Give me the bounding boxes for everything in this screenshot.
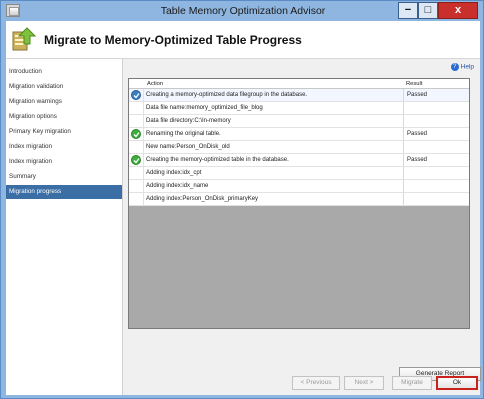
- grid-header: Action Result: [129, 79, 469, 89]
- row-action: Data file directory:C:\In-memory: [143, 115, 403, 127]
- sidebar-item-primary-key-migration[interactable]: Primary Key migration: [6, 125, 122, 139]
- row-result: [403, 167, 469, 179]
- grid-row[interactable]: Data file name:memory_optimized_file_blo…: [129, 102, 469, 115]
- row-action: Creating a memory-optimized data filegro…: [143, 89, 403, 101]
- sidebar-item-index-migration-1[interactable]: Index migration: [6, 140, 122, 154]
- table-migrate-icon: [12, 27, 37, 51]
- row-action: Adding index:idx_cpt: [143, 167, 403, 179]
- main-content: ? Help Action Result Creating a memory-op…: [122, 59, 481, 395]
- column-header-action[interactable]: Action: [147, 79, 163, 89]
- help-label: Help: [460, 63, 474, 71]
- row-result: [403, 193, 469, 205]
- next-button[interactable]: Next >: [344, 376, 384, 390]
- check-icon: [131, 90, 141, 100]
- grid-row[interactable]: Adding index:idx_name: [129, 180, 469, 193]
- sidebar-item-migration-validation[interactable]: Migration validation: [6, 80, 122, 94]
- grid-row[interactable]: Creating a memory-optimized data filegro…: [129, 89, 469, 102]
- sidebar-item-migration-warnings[interactable]: Migration warnings: [6, 95, 122, 109]
- help-link[interactable]: ? Help: [450, 63, 474, 71]
- grid-row[interactable]: Adding index:idx_cpt: [129, 167, 469, 180]
- row-result: Passed: [403, 89, 469, 101]
- check-icon: [131, 155, 141, 165]
- row-result: [403, 141, 469, 153]
- grid-row[interactable]: Data file directory:C:\In-memory: [129, 115, 469, 128]
- progress-grid[interactable]: Action Result Creating a memory-optimize…: [128, 78, 470, 329]
- grid-row[interactable]: Creating the memory-optimized table in t…: [129, 154, 469, 167]
- row-result: [403, 102, 469, 114]
- maximize-button[interactable]: □: [418, 2, 438, 19]
- row-action: Adding index:idx_name: [143, 180, 403, 192]
- row-action: Data file name:memory_optimized_file_blo…: [143, 102, 403, 114]
- row-action: New name:Person_OnDisk_old: [143, 141, 403, 153]
- ok-button[interactable]: Ok: [436, 376, 478, 390]
- sidebar-nav: Introduction Migration validation Migrat…: [6, 59, 122, 395]
- row-action: Creating the memory-optimized table in t…: [143, 154, 403, 166]
- row-result: Passed: [403, 154, 469, 166]
- column-header-result[interactable]: Result: [406, 79, 422, 89]
- grid-row[interactable]: Renaming the original table. Passed: [129, 128, 469, 141]
- close-button[interactable]: x: [438, 2, 478, 19]
- sidebar-item-summary[interactable]: Summary: [6, 170, 122, 184]
- previous-button[interactable]: < Previous: [292, 376, 340, 390]
- title-bar[interactable]: Table Memory Optimization Advisor − □ x: [1, 1, 484, 21]
- grid-row[interactable]: Adding index:Person_OnDisk_primaryKey: [129, 193, 469, 206]
- sidebar-item-index-migration-2[interactable]: Index migration: [6, 155, 122, 169]
- migrate-button[interactable]: Migrate: [392, 376, 432, 390]
- help-icon: ?: [450, 63, 459, 71]
- row-action: Renaming the original table.: [143, 128, 403, 140]
- dialog-footer: < Previous Next > Migrate Ok: [122, 357, 480, 395]
- sidebar-item-migration-progress[interactable]: Migration progress: [6, 185, 122, 199]
- row-action: Adding index:Person_OnDisk_primaryKey: [143, 193, 403, 205]
- check-icon: [131, 129, 141, 139]
- dialog-client: Migrate to Memory-Optimized Table Progre…: [6, 21, 481, 395]
- row-result: [403, 115, 469, 127]
- page-title: Migrate to Memory-Optimized Table Progre…: [44, 33, 302, 47]
- sidebar-item-migration-options[interactable]: Migration options: [6, 110, 122, 124]
- grid-row[interactable]: New name:Person_OnDisk_old: [129, 141, 469, 154]
- sidebar-item-introduction[interactable]: Introduction: [6, 65, 122, 79]
- page-header: Migrate to Memory-Optimized Table Progre…: [6, 21, 480, 59]
- row-result: [403, 180, 469, 192]
- minimize-button[interactable]: −: [398, 2, 418, 19]
- window-frame: Table Memory Optimization Advisor − □ x …: [0, 0, 484, 399]
- row-result: Passed: [403, 128, 469, 140]
